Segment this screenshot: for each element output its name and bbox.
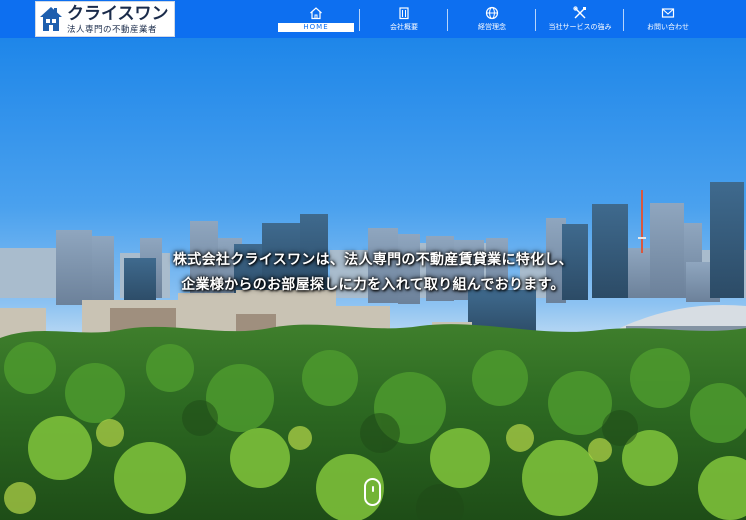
scroll-down-icon[interactable] xyxy=(364,478,381,506)
scroll-dot xyxy=(372,486,374,492)
nav-item-philosophy[interactable]: 経営理念 xyxy=(448,0,536,38)
logo-title: クライスワン xyxy=(67,4,169,24)
hero-catchphrase: 株式会社クライスワンは、法人専門の不動産賃貸業に特化し、 企業様からのお部屋探し… xyxy=(0,248,746,298)
site-logo[interactable]: クライスワン 法人専門の不動産業者 xyxy=(35,1,175,37)
nav-label-contact: お問い合わせ xyxy=(647,23,689,31)
mail-icon xyxy=(661,8,675,18)
nav-item-contact[interactable]: お問い合わせ xyxy=(624,0,712,38)
nav-label-company: 会社概要 xyxy=(390,23,418,31)
building-icon xyxy=(399,7,409,20)
tools-icon xyxy=(573,6,586,19)
hero-line-2: 企業様からのお部屋探しに力を入れて取り組んでおります。 xyxy=(181,277,565,293)
site-header: クライスワン 法人専門の不動産業者 HOME 会社概要 経営理念 当社サービスの… xyxy=(0,0,746,38)
nav-label-philosophy: 経営理念 xyxy=(478,23,506,31)
nav-item-strengths[interactable]: 当社サービスの強み xyxy=(536,0,624,38)
nav-label-strengths: 当社サービスの強み xyxy=(548,23,612,31)
house-icon xyxy=(40,7,62,31)
logo-subtitle: 法人専門の不動産業者 xyxy=(67,25,158,35)
main-nav: HOME 会社概要 経営理念 当社サービスの強み お問い合わせ xyxy=(272,0,712,38)
globe-icon xyxy=(485,6,499,20)
home-icon xyxy=(310,7,322,20)
nav-item-company[interactable]: 会社概要 xyxy=(360,0,448,38)
hero-line-1: 株式会社クライスワンは、法人専門の不動産賃貸業に特化し、 xyxy=(173,252,573,268)
hero-section: 株式会社クライスワンは、法人専門の不動産賃貸業に特化し、 企業様からのお部屋探し… xyxy=(0,38,746,520)
nav-label-home: HOME xyxy=(278,23,354,32)
nav-item-home[interactable]: HOME xyxy=(272,0,360,38)
